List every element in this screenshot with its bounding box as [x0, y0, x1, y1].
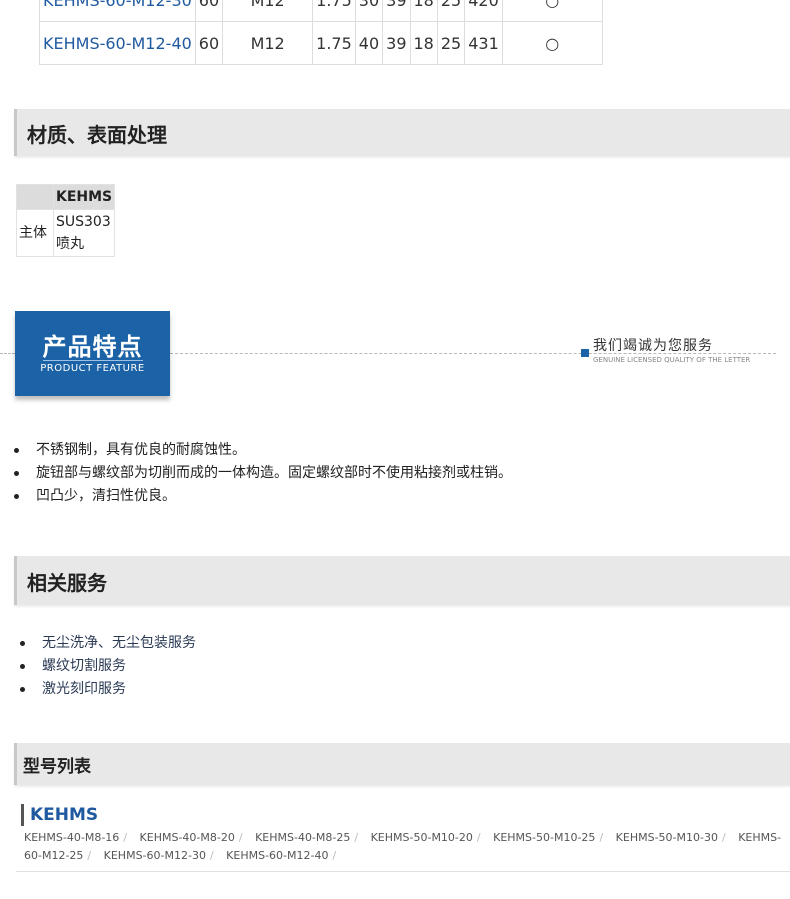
spec-row: KEHMS-60-M12-40 60 M12 1.75 40 39 18 25 431 ○: [39, 21, 603, 65]
material-section-header: 材质、表面处理: [14, 109, 790, 156]
spec-cell: 60: [194, 0, 224, 22]
spec-cell: 25: [436, 0, 466, 22]
spec-model-link[interactable]: KEHMS-60-M12-30: [39, 0, 196, 22]
model-link[interactable]: KEHMS-40-M8-16: [24, 831, 119, 844]
spec-cell: 420: [464, 0, 503, 22]
model-list-title: 型号列表: [23, 757, 91, 777]
service-item[interactable]: 无尘洗净、无尘包装服务: [0, 632, 790, 655]
feature-item: 旋钮部与螺纹部为切削而成的一体构造。固定螺纹部时不使用粘接剂或柱销。: [0, 462, 790, 485]
services-section-title: 相关服务: [27, 571, 107, 595]
material-section-title: 材质、表面处理: [27, 123, 167, 147]
spec-cell: 431: [464, 21, 503, 65]
spec-cell: M12: [222, 21, 314, 65]
service-link[interactable]: 螺纹切割服务: [42, 658, 126, 674]
spec-cell: ○: [501, 21, 603, 65]
spec-cell: 60: [194, 21, 224, 65]
material-table-header: KEHMS: [52, 184, 116, 210]
feature-list: 不锈钢制，具有优良的耐腐蚀性。 旋钮部与螺纹部为切削而成的一体构造。固定螺纹部时…: [0, 439, 790, 508]
spec-cell: 18: [409, 0, 438, 22]
product-feature-banner: 产品特点 PRODUCT FEATURE: [15, 311, 170, 396]
spec-cell: 39: [382, 0, 411, 22]
service-link[interactable]: 无尘洗净、无尘包装服务: [42, 635, 196, 651]
spec-cell: 40: [354, 21, 384, 65]
banner-underline: [43, 360, 143, 361]
spec-table: KEHMS-60-M12-30 60 M12 1.75 30 39 18 25 420 ○ KEHM…: [39, 0, 603, 65]
material-table-corner: [16, 184, 54, 210]
model-link[interactable]: KEHMS-40-M8-20: [140, 831, 235, 844]
feature-item: 凹凸少，清扫性优良。: [0, 485, 790, 508]
spec-model-link[interactable]: KEHMS-60-M12-40: [39, 21, 196, 65]
model-separator: /: [209, 849, 214, 862]
spec-row: KEHMS-60-M12-30 60 M12 1.75 30 39 18 25 420 ○: [39, 0, 603, 22]
model-separator: /: [721, 831, 726, 844]
slogan-subtext: GENUINE LICENSED QUALITY OF THE LETTER: [593, 356, 751, 364]
spec-cell: ○: [501, 0, 603, 22]
material-value: SUS303: [56, 214, 111, 230]
material-values: SUS303 喷丸: [52, 209, 116, 257]
model-links: KEHMS-40-M8-16/ KEHMS-40-M8-20/ KEHMS-40…: [24, 829, 790, 865]
services-section-header: 相关服务: [14, 556, 790, 605]
feature-item: 不锈钢制，具有优良的耐腐蚀性。: [0, 439, 790, 462]
slogan-marker: [581, 349, 589, 357]
service-item[interactable]: 螺纹切割服务: [0, 655, 790, 678]
spec-cell: 1.75: [312, 0, 356, 22]
spec-cell: 1.75: [312, 21, 356, 65]
model-separator: /: [123, 831, 128, 844]
model-link[interactable]: KEHMS-50-M10-20: [371, 831, 473, 844]
series-name: KEHMS: [21, 804, 98, 826]
model-separator: /: [599, 831, 604, 844]
banner-subtitle: PRODUCT FEATURE: [40, 363, 145, 374]
model-link[interactable]: KEHMS-50-M10-25: [493, 831, 595, 844]
model-separator: /: [332, 849, 337, 862]
spec-cell: 39: [382, 21, 411, 65]
model-separator: /: [354, 831, 359, 844]
spec-cell: 30: [354, 0, 384, 22]
material-row-label: 主体: [16, 209, 54, 257]
service-link[interactable]: 激光刻印服务: [42, 681, 126, 697]
spec-cell: 25: [436, 21, 466, 65]
banner-divider-left: [0, 353, 15, 354]
model-link[interactable]: KEHMS-60-M12-30: [104, 849, 206, 862]
banner-title: 产品特点: [42, 333, 143, 361]
model-list-header: 型号列表: [14, 743, 790, 785]
spec-cell: 18: [409, 21, 438, 65]
service-item[interactable]: 激光刻印服务: [0, 678, 790, 701]
finish-value: 喷丸: [56, 236, 84, 252]
model-list-box: KEHMS KEHMS-40-M8-16/ KEHMS-40-M8-20/ KE…: [16, 801, 790, 872]
model-separator: /: [87, 849, 92, 862]
model-link[interactable]: KEHMS-50-M10-30: [616, 831, 718, 844]
model-separator: /: [238, 831, 243, 844]
services-list: 无尘洗净、无尘包装服务 螺纹切割服务 激光刻印服务: [0, 632, 790, 701]
model-separator: /: [476, 831, 481, 844]
model-link[interactable]: KEHMS-60-M12-40: [226, 849, 328, 862]
model-link[interactable]: KEHMS-40-M8-25: [255, 831, 350, 844]
spec-cell: M12: [222, 0, 314, 22]
slogan-text: 我们竭诚为您服务: [593, 338, 713, 354]
material-table: KEHMS 主体 SUS303 喷丸: [16, 184, 116, 257]
